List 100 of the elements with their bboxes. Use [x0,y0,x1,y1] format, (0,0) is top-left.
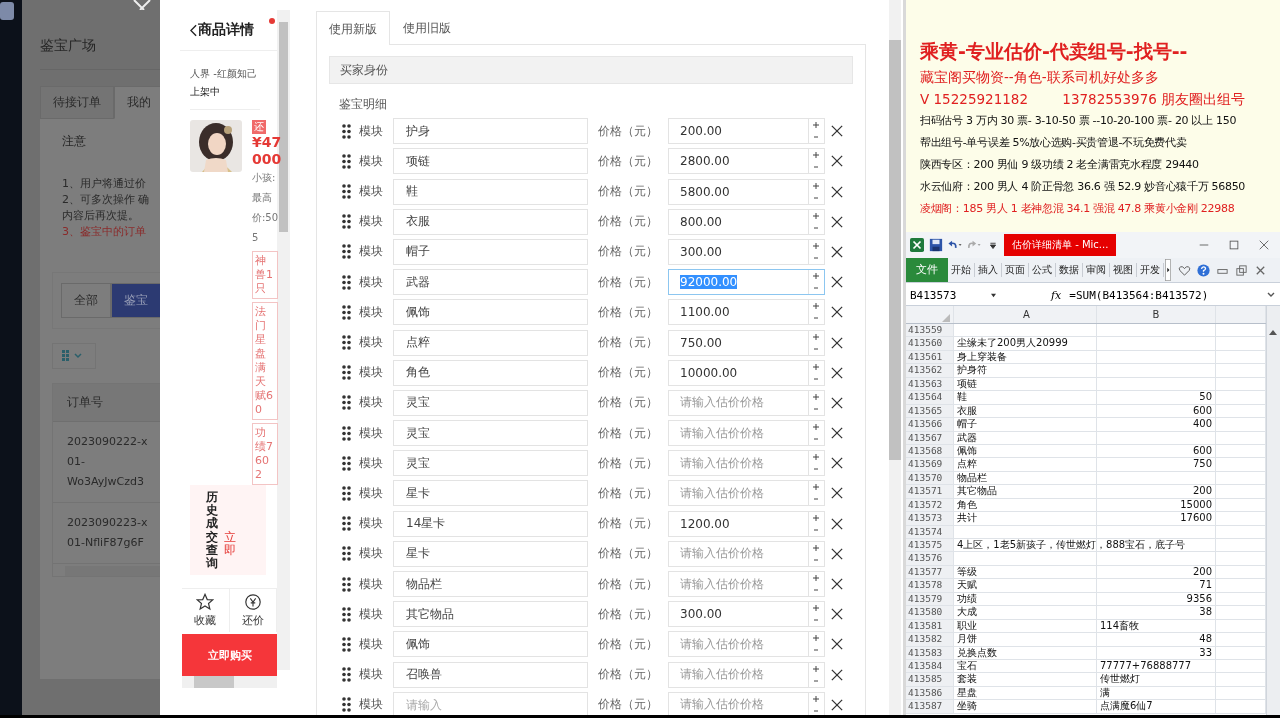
row-header[interactable]: 413587 [906,700,954,713]
input-field[interactable]: 灵宝 [393,450,588,477]
ribbon-tab[interactable]: 数据 [1056,263,1083,277]
delete-icon[interactable] [831,427,843,440]
row-header[interactable]: 413562 [906,364,954,377]
input-field[interactable]: 召唤兽 [393,661,588,688]
drag-handle-icon[interactable] [342,697,351,713]
row-header[interactable]: 413566 [906,418,954,431]
input-field[interactable]: 14星卡 [393,510,588,537]
input-field[interactable]: 武器 [393,269,588,296]
close-icon[interactable] [1258,239,1270,251]
input-field[interactable]: 佩饰 [393,631,588,658]
row-header[interactable]: 413571 [906,485,954,498]
input-field[interactable]: 佩饰 [393,299,588,326]
row-header[interactable]: 413576 [906,552,954,565]
version-tab[interactable]: 使用新版 [316,11,390,45]
row-header[interactable]: 413575 [906,539,954,552]
row-header[interactable]: 413585 [906,673,954,686]
file-tab[interactable]: 文件 [906,258,948,282]
delete-icon[interactable] [831,155,843,168]
delete-icon[interactable] [831,638,843,651]
ribbon-tab[interactable]: 视图 [1110,263,1137,277]
function-button[interactable]: fx [1051,288,1070,302]
delete-icon[interactable] [831,517,843,530]
scrollbar[interactable] [1266,306,1280,715]
ribbon-tab[interactable]: 开发 [1137,263,1164,277]
scrollbar[interactable] [889,0,901,715]
delete-icon[interactable] [831,698,843,711]
drag-handle-icon[interactable] [342,606,351,622]
input-field[interactable]: 200.00 [668,118,825,145]
drag-handle-icon[interactable] [342,395,351,411]
drag-handle-icon[interactable] [342,184,351,200]
scroll-up-icon[interactable] [1268,328,1278,336]
drag-handle-icon[interactable] [342,546,351,562]
drag-handle-icon[interactable] [342,123,351,139]
input-field[interactable]: 其它物品 [393,601,588,628]
input-field[interactable]: 帽子 [393,238,588,265]
dropdown-icon[interactable] [990,292,997,298]
input-field[interactable]: 1200.00 [668,510,825,537]
input-field[interactable]: 800.00 [668,208,825,235]
ribbon-tab[interactable]: 公式 [1029,263,1056,277]
delete-icon[interactable] [831,578,843,590]
ribbon-tab[interactable]: 开始 [948,263,975,277]
input-field[interactable]: 护身 [393,118,588,145]
row-header[interactable]: 413560 [906,337,954,350]
version-tab[interactable]: 使用旧版 [390,10,464,44]
input-field[interactable]: 鞋 [393,178,588,205]
delete-icon[interactable] [831,366,843,379]
input-field[interactable]: 灵宝 [393,389,588,416]
row-header[interactable]: 413564 [906,391,954,404]
history-link[interactable]: 立即 [224,531,236,575]
delete-icon[interactable] [831,245,843,258]
input-field[interactable]: 10000.00 [668,359,825,386]
delete-icon[interactable] [831,185,843,198]
order-tab[interactable]: 我的 [114,86,160,119]
delete-icon[interactable] [831,276,843,289]
ribbon-tab[interactable]: 页面 [1002,263,1029,277]
drag-handle-icon[interactable] [342,455,351,471]
drag-handle-icon[interactable] [342,636,351,652]
heart-icon[interactable] [1178,263,1191,277]
drag-handle-icon[interactable] [342,244,351,260]
filter-button[interactable]: 全部 [61,283,111,318]
row-header[interactable]: 413569 [906,458,954,471]
delete-icon[interactable] [831,215,843,228]
delete-icon[interactable] [831,306,843,319]
input-field[interactable]: 300.00 [668,601,825,628]
row-header[interactable]: 413578 [906,579,954,592]
input-field[interactable]: 星卡 [393,540,588,567]
ribbon-tab[interactable]: 审阅 [1083,263,1110,277]
input-field[interactable]: 请输入 [393,691,588,715]
drag-handle-icon[interactable] [342,516,351,532]
input-field[interactable]: 750.00 [668,329,825,356]
delete-icon[interactable] [831,457,843,470]
save-icon[interactable] [928,238,944,252]
input-field[interactable]: 项链 [393,148,588,175]
input-field[interactable]: 1100.00 [668,299,825,326]
drag-handle-icon[interactable] [342,576,351,592]
input-field[interactable]: 灵宝 [393,420,588,447]
input-field[interactable]: 5800.00 [668,178,825,205]
filter-button[interactable]: 鉴宝 [111,283,160,318]
delete-icon[interactable] [831,547,843,560]
drag-handle-icon[interactable] [342,274,351,290]
drag-handle-icon[interactable] [342,667,351,683]
drag-handle-icon[interactable] [342,153,351,169]
drag-handle-icon[interactable] [342,425,351,441]
name-box[interactable]: B413573 [906,288,1001,302]
input-field[interactable]: 300.00 [668,238,825,265]
input-field[interactable]: 物品栏 [393,571,588,597]
drag-handle-icon[interactable] [342,485,351,501]
delete-icon[interactable] [831,608,843,621]
row-header[interactable]: 413580 [906,606,954,619]
row-header[interactable]: 413559 [906,324,954,337]
input-field[interactable]: 星卡 [393,480,588,507]
delete-icon[interactable] [831,125,843,138]
drag-handle-icon[interactable] [342,304,351,320]
delete-icon[interactable] [831,396,843,409]
help-icon[interactable] [1197,263,1210,277]
formula-field[interactable]: =SUM(B413564:B413572) [1069,288,1266,302]
input-field[interactable]: 点粹 [393,329,588,356]
drag-handle-icon[interactable] [342,214,351,230]
